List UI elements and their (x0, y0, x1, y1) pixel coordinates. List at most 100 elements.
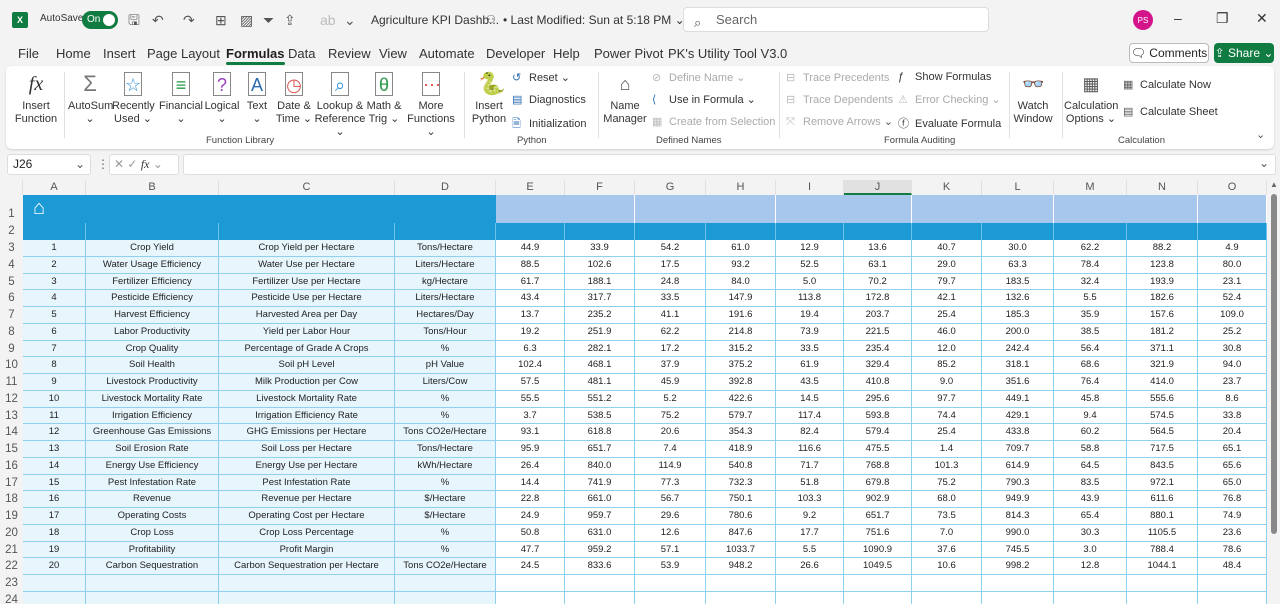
value-cell[interactable]: 709.7 (982, 441, 1054, 458)
value-cell[interactable]: 410.8 (844, 374, 912, 391)
value-cell[interactable]: 972.1 (1127, 474, 1198, 492)
value-cell[interactable]: 10.6 (912, 558, 982, 575)
value-cell[interactable]: 242.4 (982, 340, 1054, 358)
row-header-20[interactable]: 20 (0, 524, 23, 542)
unit-cell[interactable]: kWh/Hectare (395, 457, 496, 475)
column-header-i[interactable]: I (776, 180, 844, 195)
value-cell[interactable]: 449.1 (982, 390, 1054, 408)
value-cell[interactable]: 52.5 (776, 256, 844, 274)
value-cell[interactable]: 43.4 (496, 290, 565, 307)
value-cell[interactable]: 30.0 (982, 240, 1054, 257)
kpi-number-cell[interactable]: 3 (23, 273, 86, 291)
value-cell[interactable]: 902.9 (844, 491, 912, 508)
kpi-name-cell[interactable]: Pest Infestation Rate (219, 474, 395, 492)
value-cell[interactable]: 618.8 (565, 424, 635, 441)
value-cell[interactable]: 54.2 (635, 240, 706, 257)
value-cell[interactable]: 29.0 (912, 256, 982, 274)
kpi-number-cell[interactable]: 14 (23, 457, 86, 475)
value-cell[interactable]: 65.0 (1198, 474, 1267, 492)
value-cell[interactable]: 24.5 (496, 558, 565, 575)
value-cell[interactable]: 74.9 (1198, 508, 1267, 525)
kpi-group-cell[interactable]: Crop Loss (86, 524, 219, 542)
autosave-toggle[interactable]: On (82, 11, 118, 29)
kpi-group-cell[interactable]: Greenhouse Gas Emissions (86, 424, 219, 441)
value-cell[interactable]: 102.4 (496, 357, 565, 374)
value-cell[interactable]: 79.7 (912, 273, 982, 291)
value-cell[interactable]: 14.4 (496, 474, 565, 492)
kpi-name-cell[interactable]: Fertilizer Use per Hectare (219, 273, 395, 291)
use-in-formula-button[interactable]: ⟨ Use in Formula ⌄ (652, 93, 756, 106)
kpi-group-cell[interactable]: Pesticide Efficiency (86, 290, 219, 307)
fx-icon[interactable]: fx (141, 157, 150, 171)
value-cell[interactable]: 65.1 (1198, 441, 1267, 458)
value-cell[interactable]: 540.8 (706, 457, 776, 475)
value-cell[interactable]: 221.5 (844, 323, 912, 341)
unit-cell[interactable]: % (395, 340, 496, 358)
kpi-number-cell[interactable] (23, 591, 86, 604)
kpi-group-cell[interactable]: Irrigation Efficiency (86, 407, 219, 425)
value-cell[interactable]: 33.8 (1198, 407, 1267, 425)
unit-cell[interactable]: % (395, 474, 496, 492)
value-cell[interactable]: 948.2 (706, 558, 776, 575)
value-cell[interactable]: 62.2 (635, 323, 706, 341)
row-header-4[interactable]: 4 (0, 256, 23, 274)
value-cell[interactable]: 661.0 (565, 491, 635, 508)
expand-formula-bar-icon[interactable]: ⌄ (1259, 156, 1269, 170)
share-button[interactable]: ⇪ Share ⌄ (1214, 43, 1274, 63)
kpi-name-cell[interactable]: Operating Cost per Hectare (219, 508, 395, 525)
value-cell[interactable]: 593.8 (844, 407, 912, 425)
value-cell[interactable] (844, 591, 912, 604)
value-cell[interactable]: 833.6 (565, 558, 635, 575)
value-cell[interactable]: 62.2 (1054, 240, 1127, 257)
value-cell[interactable]: 959.2 (565, 541, 635, 559)
value-cell[interactable]: 40.7 (912, 240, 982, 257)
tab-help[interactable]: Help (553, 46, 580, 61)
value-cell[interactable]: 77.3 (635, 474, 706, 492)
value-cell[interactable]: 429.1 (982, 407, 1054, 425)
insert-python-button[interactable]: 🐍 Insert Python (470, 72, 508, 126)
kpi-name-cell[interactable] (219, 591, 395, 604)
value-cell[interactable]: 959.7 (565, 508, 635, 525)
value-cell[interactable]: 329.4 (844, 357, 912, 374)
value-cell[interactable]: 85.2 (912, 357, 982, 374)
close-icon[interactable]: ✕ (1256, 10, 1268, 27)
value-cell[interactable]: 5.5 (776, 541, 844, 559)
tab-automate[interactable]: Automate (419, 46, 475, 61)
column-header-a[interactable]: A (23, 180, 86, 195)
tab-review[interactable]: Review (328, 46, 371, 61)
unit-cell[interactable]: Tons CO2e/Hectare (395, 424, 496, 441)
row-header-18[interactable]: 18 (0, 491, 23, 508)
unit-cell[interactable]: $/Hectare (395, 491, 496, 508)
value-cell[interactable] (635, 575, 706, 592)
column-header-j[interactable]: J (844, 180, 912, 195)
kpi-group-cell[interactable] (86, 591, 219, 604)
kpi-number-cell[interactable]: 7 (23, 340, 86, 358)
kpi-name-cell[interactable]: Irrigation Efficiency Rate (219, 407, 395, 425)
unit-cell[interactable] (395, 575, 496, 592)
value-cell[interactable]: 74.4 (912, 407, 982, 425)
unit-cell[interactable]: Liters/Hectare (395, 290, 496, 307)
tab-home[interactable]: Home (56, 46, 91, 61)
value-cell[interactable]: 651.7 (844, 508, 912, 525)
name-box[interactable]: J26 ⌄ (7, 154, 91, 175)
value-cell[interactable]: 73.5 (912, 508, 982, 525)
value-cell[interactable]: 20.6 (635, 424, 706, 441)
kpi-group-cell[interactable]: Revenue (86, 491, 219, 508)
value-cell[interactable]: 23.7 (1198, 374, 1267, 391)
value-cell[interactable]: 50.8 (496, 524, 565, 542)
value-cell[interactable]: 768.8 (844, 457, 912, 475)
row-header-19[interactable]: 19 (0, 508, 23, 525)
value-cell[interactable]: 113.8 (776, 290, 844, 307)
value-cell[interactable]: 51.8 (776, 474, 844, 492)
value-cell[interactable]: 317.7 (565, 290, 635, 307)
value-cell[interactable]: 29.6 (635, 508, 706, 525)
value-cell[interactable]: 147.9 (706, 290, 776, 307)
kpi-group-cell[interactable] (86, 575, 219, 592)
kpi-name-cell[interactable]: Crop Yield per Hectare (219, 240, 395, 257)
unit-cell[interactable]: Liters/Hectare (395, 256, 496, 274)
value-cell[interactable]: 172.8 (844, 290, 912, 307)
create-from-selection-button[interactable]: ▦ Create from Selection (652, 115, 775, 128)
value-cell[interactable]: 251.9 (565, 323, 635, 341)
initialization-button[interactable]: 🗎 Initialization (512, 115, 586, 134)
value-cell[interactable]: 93.2 (706, 256, 776, 274)
